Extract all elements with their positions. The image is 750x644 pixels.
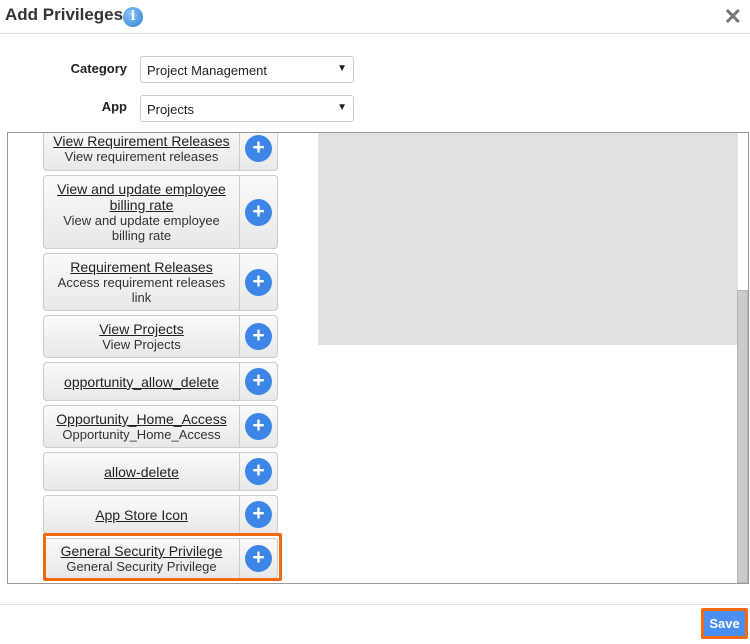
privilege-item: opportunity_allow_delete + xyxy=(43,362,278,401)
privilege-item: App Store Icon + xyxy=(43,495,278,534)
privilege-description: View requirement releases xyxy=(64,148,219,164)
privilege-description: Opportunity_Home_Access xyxy=(62,427,221,442)
privilege-title-link[interactable]: Requirement Releases xyxy=(50,259,233,275)
plus-icon: + xyxy=(245,323,272,350)
privilege-text: Opportunity_Home_Access Opportunity_Home_… xyxy=(44,406,239,447)
plus-icon: + xyxy=(245,134,272,162)
privilege-item: allow-delete + xyxy=(43,452,278,491)
category-label: Category xyxy=(70,61,127,76)
header-divider xyxy=(0,33,750,34)
category-select[interactable]: Project Management ▼ xyxy=(140,56,354,83)
plus-icon: + xyxy=(245,413,272,440)
privilege-title-link[interactable]: opportunity_allow_delete xyxy=(50,374,233,390)
privilege-item: Opportunity_Home_Access Opportunity_Home_… xyxy=(43,405,278,448)
privilege-item: View and update employee billing rate Vie… xyxy=(43,175,278,249)
privilege-text: View and update employee billing rate Vie… xyxy=(44,176,239,248)
save-button[interactable]: Save xyxy=(701,608,748,639)
plus-icon: + xyxy=(245,198,272,226)
privilege-description: Access requirement releases link xyxy=(57,275,226,305)
privilege-description: View and update employee billing rate xyxy=(63,213,220,243)
info-icon[interactable]: i xyxy=(123,7,143,27)
privilege-text: allow-delete xyxy=(44,453,239,490)
plus-icon: + xyxy=(245,368,272,395)
add-privilege-button[interactable]: + xyxy=(239,406,277,447)
add-privilege-button[interactable]: + xyxy=(239,453,277,490)
privilege-text: View Requirement Releases View requiremen… xyxy=(44,133,239,170)
privilege-text: opportunity_allow_delete xyxy=(44,363,239,400)
privilege-title-link[interactable]: allow-delete xyxy=(50,464,233,480)
privilege-item: Requirement Releases Access requirement r… xyxy=(43,253,278,311)
highlight-box xyxy=(43,533,282,581)
close-icon[interactable]: ✕ xyxy=(724,4,742,30)
selected-privileges-area xyxy=(318,133,738,345)
add-privilege-button[interactable]: + xyxy=(239,496,277,533)
privilege-text: App Store Icon xyxy=(44,496,239,533)
category-value: Project Management xyxy=(147,63,267,78)
add-privilege-button[interactable]: + xyxy=(239,316,277,357)
app-value: Projects xyxy=(147,102,194,117)
add-privilege-button[interactable]: + xyxy=(239,363,277,400)
privilege-description: View Projects xyxy=(102,337,181,352)
privilege-item: View Requirement Releases View requiremen… xyxy=(43,133,278,171)
privilege-title-link[interactable]: View Projects xyxy=(50,321,233,337)
scrollbar-thumb[interactable] xyxy=(737,290,748,583)
privilege-item: View Projects View Projects + xyxy=(43,315,278,358)
privileges-panel: View Requirement Releases View requiremen… xyxy=(7,132,749,584)
add-privilege-button[interactable]: + xyxy=(239,176,277,248)
add-privilege-button[interactable]: + xyxy=(239,133,277,170)
plus-icon: + xyxy=(245,501,272,528)
privilege-title-link[interactable]: App Store Icon xyxy=(50,507,233,523)
privilege-title-link[interactable]: View Requirement Releases xyxy=(50,133,233,149)
app-select[interactable]: Projects ▼ xyxy=(140,95,354,122)
privilege-text: View Projects View Projects xyxy=(44,316,239,357)
dialog-title: Add Privileges xyxy=(5,5,124,24)
app-label: App xyxy=(101,99,127,114)
chevron-down-icon: ▼ xyxy=(337,63,347,74)
privilege-text: Requirement Releases Access requirement r… xyxy=(44,254,239,310)
footer-divider xyxy=(0,604,750,605)
privilege-title-link[interactable]: View and update employee billing rate xyxy=(50,181,233,213)
privilege-title-link[interactable]: Opportunity_Home_Access xyxy=(50,411,233,427)
plus-icon: + xyxy=(245,268,272,296)
plus-icon: + xyxy=(245,458,272,485)
add-privilege-button[interactable]: + xyxy=(239,254,277,310)
chevron-down-icon: ▼ xyxy=(337,102,347,113)
